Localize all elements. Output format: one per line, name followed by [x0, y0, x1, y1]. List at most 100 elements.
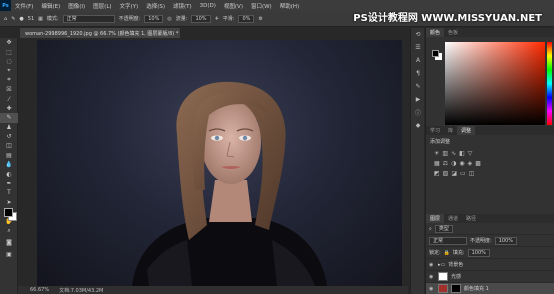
- curves-icon[interactable]: ∿: [451, 150, 456, 157]
- menu-edit[interactable]: 编辑(E): [37, 2, 64, 10]
- color-lookup-icon[interactable]: ▩: [475, 160, 481, 167]
- menu-image[interactable]: 图像(I): [64, 2, 89, 10]
- quick-mask-icon[interactable]: ◙: [0, 238, 18, 247]
- lasso-tool-icon[interactable]: ◌: [0, 57, 18, 66]
- photo-filter-icon[interactable]: ◉: [459, 160, 464, 167]
- selective-color-icon[interactable]: ◫: [469, 170, 475, 177]
- lock-icon[interactable]: 🔒: [444, 250, 450, 256]
- type-tool-icon[interactable]: T: [0, 188, 18, 197]
- mode-select[interactable]: 正常: [62, 14, 115, 23]
- gradient-tool-icon[interactable]: ▤: [0, 151, 18, 160]
- settings-gear-icon[interactable]: ⚙: [258, 16, 262, 22]
- visibility-eye-icon[interactable]: ◉: [429, 262, 435, 268]
- layer-mask-thumbnail[interactable]: [451, 284, 461, 293]
- layer-row-mask[interactable]: ◉ 光感: [426, 271, 554, 283]
- info-panel-icon[interactable]: ⓘ: [411, 106, 425, 119]
- brightness-contrast-icon[interactable]: ☀: [434, 150, 439, 157]
- marquee-tool-icon[interactable]: ⬚: [0, 47, 18, 56]
- brush-panel-icon[interactable]: ✎: [411, 80, 425, 93]
- crop-tool-icon[interactable]: ⌗: [0, 76, 18, 85]
- invert-icon[interactable]: ◩: [434, 170, 440, 177]
- menu-filter[interactable]: 滤镜(T): [169, 2, 196, 10]
- actions-panel-icon[interactable]: ▶: [411, 93, 425, 106]
- vibrance-icon[interactable]: ▽: [468, 150, 473, 157]
- menu-view[interactable]: 视图(V): [220, 2, 247, 10]
- color-foreground-swatch[interactable]: [432, 50, 439, 57]
- fill-color-thumbnail[interactable]: [438, 284, 448, 293]
- threshold-icon[interactable]: ◪: [451, 170, 457, 177]
- opacity-input[interactable]: 10%: [144, 14, 164, 23]
- menu-type[interactable]: 文字(Y): [116, 2, 143, 10]
- flow-input[interactable]: 10%: [191, 14, 211, 23]
- layer-name[interactable]: 背景色: [448, 261, 463, 268]
- tab-color[interactable]: 颜色: [426, 28, 445, 37]
- blend-mode-select[interactable]: 正常: [429, 236, 467, 245]
- move-tool-icon[interactable]: ✥: [0, 38, 18, 47]
- visibility-eye-icon[interactable]: ◉: [429, 286, 435, 292]
- visibility-eye-icon[interactable]: ◉: [429, 274, 435, 280]
- zoom-level[interactable]: 66.67%: [30, 287, 49, 293]
- layer-row-group[interactable]: ◉ ▸▭ 背景色: [426, 259, 554, 271]
- screen-mode-icon[interactable]: ▣: [0, 250, 18, 259]
- layer-name[interactable]: 颜色填充 1: [464, 285, 489, 292]
- posterize-icon[interactable]: ▨: [443, 170, 449, 177]
- filter-search-icon[interactable]: ⌕: [429, 226, 432, 232]
- channel-mixer-icon[interactable]: ◈: [468, 160, 473, 167]
- document-tab[interactable]: woman-2998996_1920.jpg @ 66.7% (颜色填充 1, …: [20, 28, 180, 38]
- layer-mask-thumbnail[interactable]: [438, 272, 448, 281]
- brush-settings-icon[interactable]: ▦: [38, 16, 43, 22]
- tab-adjustments[interactable]: 调整: [457, 126, 476, 135]
- tab-paths[interactable]: 路径: [462, 214, 480, 223]
- menu-layer[interactable]: 图层(L): [89, 2, 115, 10]
- frame-tool-icon[interactable]: ☒: [0, 85, 18, 94]
- smooth-input[interactable]: 0%: [238, 14, 255, 23]
- tab-layers[interactable]: 图层: [426, 214, 445, 223]
- paragraph-panel-icon[interactable]: ¶: [411, 67, 425, 80]
- dodge-tool-icon[interactable]: ◐: [0, 169, 18, 178]
- exposure-icon[interactable]: ◧: [459, 150, 465, 157]
- clone-stamp-tool-icon[interactable]: ♟: [0, 123, 18, 132]
- eraser-tool-icon[interactable]: ◫: [0, 141, 18, 150]
- foreground-color-swatch[interactable]: [4, 208, 13, 217]
- color-picker-field[interactable]: [445, 42, 545, 125]
- layer-fill-input[interactable]: 100%: [467, 248, 490, 257]
- menu-window[interactable]: 窗口(W): [247, 2, 276, 10]
- menu-select[interactable]: 选择(S): [142, 2, 169, 10]
- history-brush-tool-icon[interactable]: ↺: [0, 132, 18, 141]
- color-balance-icon[interactable]: ⚖: [443, 160, 448, 167]
- 3d-panel-icon[interactable]: ◆: [411, 119, 425, 132]
- layer-name[interactable]: 光感: [451, 273, 461, 280]
- gradient-map-icon[interactable]: ▭: [460, 170, 466, 177]
- path-select-tool-icon[interactable]: ➤: [0, 198, 18, 207]
- menu-file[interactable]: 文件(F): [11, 2, 37, 10]
- canvas-photo[interactable]: [37, 40, 402, 286]
- tab-learn[interactable]: 学习: [426, 126, 444, 135]
- blur-tool-icon[interactable]: 💧: [0, 160, 18, 169]
- brush-tool-icon[interactable]: ✎: [11, 16, 15, 22]
- home-icon[interactable]: ⌂: [4, 16, 7, 22]
- pen-tool-icon[interactable]: ✒: [0, 179, 18, 188]
- hue-slider[interactable]: [547, 42, 552, 125]
- levels-icon[interactable]: ▥: [442, 150, 448, 157]
- properties-panel-icon[interactable]: ☰: [411, 41, 425, 54]
- tab-swatches[interactable]: 色板: [444, 28, 462, 37]
- character-panel-icon[interactable]: A: [411, 54, 425, 67]
- hue-saturation-icon[interactable]: ▦: [434, 160, 440, 167]
- menu-3d[interactable]: 3D(D): [196, 3, 220, 9]
- layer-filter-select[interactable]: 类型: [434, 224, 453, 233]
- quick-select-tool-icon[interactable]: ⌖: [0, 66, 18, 75]
- brush-preset-icon[interactable]: ●: [19, 16, 23, 22]
- brush-tool-icon[interactable]: ✎: [0, 113, 18, 123]
- tab-channels[interactable]: 通道: [444, 214, 462, 223]
- pressure-opacity-icon[interactable]: ◎: [167, 16, 171, 22]
- airbrush-icon[interactable]: ✈: [215, 16, 219, 22]
- history-panel-icon[interactable]: ⟲: [411, 28, 425, 41]
- menu-help[interactable]: 帮助(H): [276, 2, 303, 10]
- tab-libraries[interactable]: 库: [444, 126, 457, 135]
- brush-size[interactable]: 51: [28, 16, 34, 22]
- zoom-tool-icon[interactable]: ⌕: [0, 226, 18, 235]
- layer-row-fill[interactable]: ◉ 颜色填充 1: [426, 283, 554, 294]
- eyedropper-tool-icon[interactable]: ⁄: [0, 94, 18, 103]
- black-white-icon[interactable]: ◑: [451, 160, 456, 167]
- healing-brush-tool-icon[interactable]: ✚: [0, 104, 18, 113]
